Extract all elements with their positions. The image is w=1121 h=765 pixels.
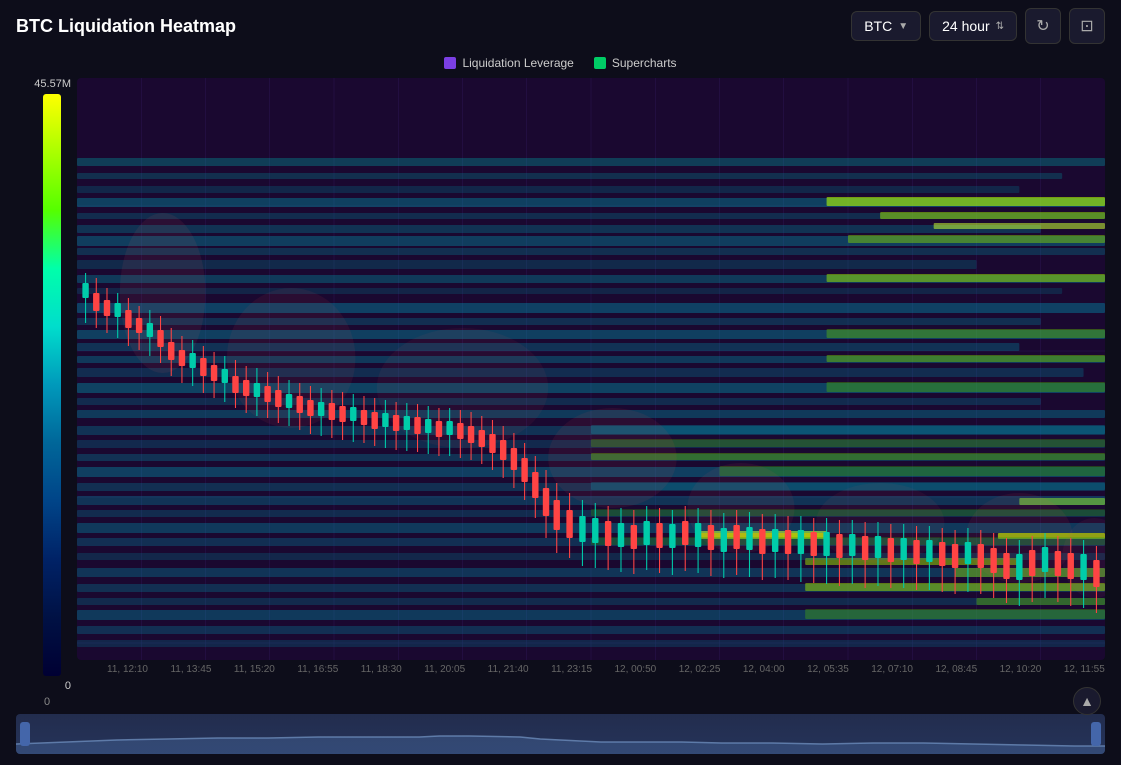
- time-label-6: 11, 21:40: [488, 664, 529, 675]
- header: BTC Liquidation Heatmap BTC ▼ 24 hour ⇅ …: [0, 0, 1121, 52]
- page-title: BTC Liquidation Heatmap: [16, 16, 851, 37]
- asset-dropdown[interactable]: BTC ▼: [851, 11, 921, 41]
- chevron-down-icon: ▼: [898, 21, 908, 32]
- chevron-updown-icon: ⇅: [996, 21, 1004, 32]
- color-scale: 45.57M 0: [16, 78, 71, 692]
- timeframe-label: 24 hour: [942, 18, 989, 34]
- scroll-handle-left[interactable]: [20, 722, 30, 746]
- navigator-fill: [16, 714, 1105, 754]
- legend-color-liquidation: [444, 57, 456, 69]
- time-label-15: 12, 11:55: [1064, 664, 1105, 675]
- asset-label: BTC: [864, 18, 892, 34]
- time-label-1: 11, 13:45: [170, 664, 211, 675]
- heatmap-svg: ⬟ coinglass: [77, 78, 1105, 660]
- time-label-14: 12, 10:20: [1000, 664, 1042, 675]
- time-label-7: 11, 23:15: [551, 664, 592, 675]
- heatmap-chart[interactable]: ⬟ coinglass 63724 62000 60000 58000 5600…: [77, 78, 1105, 660]
- refresh-icon: ↻: [1036, 16, 1049, 36]
- legend-color-supercharts: [594, 57, 606, 69]
- time-label-0: 11, 12:10: [107, 664, 148, 675]
- time-label-5: 11, 20:05: [424, 664, 465, 675]
- color-gradient-bar: [43, 94, 61, 676]
- timeframe-dropdown[interactable]: 24 hour ⇅: [929, 11, 1017, 41]
- time-label-11: 12, 05:35: [807, 664, 849, 675]
- time-label-3: 11, 16:55: [297, 664, 338, 675]
- scroll-handle-right[interactable]: [1091, 722, 1101, 746]
- time-label-10: 12, 04:00: [743, 664, 785, 675]
- chart-area: 45.57M 0: [0, 78, 1121, 692]
- zero-label: 0: [44, 696, 50, 708]
- time-label-13: 12, 08:45: [935, 664, 977, 675]
- chevron-up-icon: ▲: [1080, 693, 1094, 709]
- time-label-9: 12, 02:25: [679, 664, 721, 675]
- legend-item-supercharts: Supercharts: [594, 56, 677, 70]
- time-label-2: 11, 15:20: [234, 664, 275, 675]
- navigator-bar[interactable]: [16, 714, 1105, 754]
- refresh-button[interactable]: ↻: [1025, 8, 1061, 44]
- main-chart-container: ⬟ coinglass 63724 62000 60000 58000 5600…: [77, 78, 1105, 692]
- time-axis: 11, 12:10 11, 13:45 11, 15:20 11, 16:55 …: [77, 660, 1105, 675]
- color-bar-min-label: 0: [65, 680, 71, 692]
- screenshot-button[interactable]: ⊡: [1069, 8, 1105, 44]
- time-label-4: 11, 18:30: [361, 664, 402, 675]
- camera-icon: ⊡: [1080, 16, 1093, 36]
- legend-label-liquidation: Liquidation Leverage: [462, 56, 573, 70]
- time-label-12: 12, 07:10: [871, 664, 913, 675]
- legend-label-supercharts: Supercharts: [612, 56, 677, 70]
- scroll-up-button[interactable]: ▲: [1073, 687, 1101, 715]
- color-bar-max-label: 45.57M: [34, 78, 71, 90]
- time-label-8: 12, 00:50: [615, 664, 657, 675]
- zero-container: 0: [0, 692, 1121, 710]
- legend-item-liquidation: Liquidation Leverage: [444, 56, 573, 70]
- controls: BTC ▼ 24 hour ⇅ ↻ ⊡: [851, 8, 1105, 44]
- chart-legend: Liquidation Leverage Supercharts: [0, 52, 1121, 78]
